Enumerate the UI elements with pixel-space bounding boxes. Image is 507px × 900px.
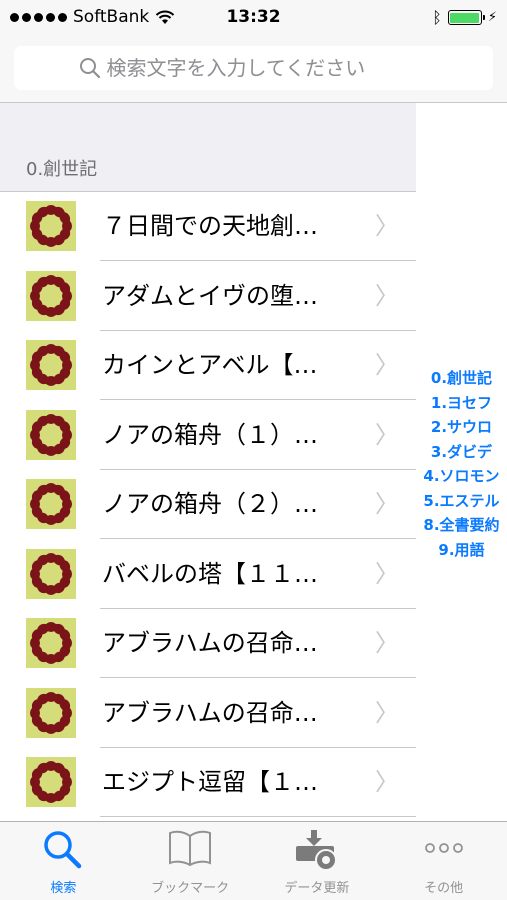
wreath-thumbnail: [26, 409, 76, 460]
list-item-title: カインとアベル【…: [102, 351, 318, 379]
chevron-right-icon: 〉: [375, 351, 399, 379]
wreath-thumbnail: [26, 201, 76, 251]
list-item[interactable]: ７日間での天地創… 〉: [0, 192, 416, 261]
section-index[interactable]: 0.創世記 1.ヨセフ 2.サウロ 3.ダビデ 4.ソロモン 5.エステル 8.…: [416, 366, 507, 562]
chevron-right-icon: 〉: [375, 698, 399, 727]
tab-other-label: その他: [424, 881, 464, 896]
more-icon: [424, 843, 463, 853]
tab-bookmarks-label: ブックマーク: [151, 881, 230, 896]
chevron-right-icon: 〉: [375, 490, 399, 518]
search-bar: [0, 36, 507, 103]
bluetooth-icon: ᛒ: [432, 8, 442, 27]
list-item[interactable]: アブラハムの召命… 〉: [0, 679, 416, 748]
tab-bookmarks[interactable]: ブックマーク: [127, 822, 254, 900]
list-item-title: バベルの塔【１１…: [102, 559, 318, 588]
status-bar: SoftBank 13:32 ᛒ ⚡: [0, 0, 507, 36]
list-item-title: ７日間での天地創…: [102, 212, 318, 240]
list-item[interactable]: バベルの塔【１１… 〉: [0, 540, 416, 609]
chevron-right-icon: 〉: [375, 212, 399, 240]
tab-search[interactable]: 検索: [0, 822, 127, 900]
list-item-title: アブラハムの召命…: [102, 629, 318, 657]
wreath-thumbnail: [26, 618, 76, 668]
search-icon: [79, 58, 100, 79]
wreath-thumbnail: [26, 340, 76, 390]
search-input[interactable]: [100, 55, 429, 81]
index-item[interactable]: 8.全書要約: [423, 513, 499, 538]
list-item-title: アブラハムの召命…: [102, 698, 318, 727]
list-item[interactable]: ノアの箱舟（１）… 〉: [0, 401, 416, 470]
list-item-title: ノアの箱舟（２）…: [102, 490, 318, 518]
list-item[interactable]: エジプト逗留【１… 〉: [0, 748, 416, 817]
chapter-list: 0.創世記 ７日間での天地創… 〉アダムとイヴの堕… 〉カインとアベル【… 〉ノアの箱…: [0, 103, 416, 823]
index-item[interactable]: 9.用語: [438, 538, 484, 563]
list-item[interactable]: アブラハムの召命… 〉: [0, 609, 416, 678]
search-field[interactable]: [14, 46, 493, 90]
wreath-thumbnail: [26, 270, 76, 321]
chevron-right-icon: 〉: [375, 559, 399, 588]
chevron-right-icon: 〉: [375, 420, 399, 449]
wreath-thumbnail: [26, 479, 76, 529]
list-item[interactable]: ノアの箱舟（２）… 〉: [0, 470, 416, 539]
index-item[interactable]: 2.サウロ: [431, 415, 492, 440]
wreath-thumbnail: [26, 757, 76, 807]
list-item[interactable]: カインとアベル【… 〉: [0, 331, 416, 400]
index-item[interactable]: 0.創世記: [431, 366, 492, 391]
tab-other[interactable]: その他: [380, 822, 507, 900]
section-header: 0.創世記: [0, 103, 416, 191]
list-item-title: アダムとイヴの堕…: [102, 281, 318, 310]
wreath-thumbnail: [26, 548, 76, 599]
index-item[interactable]: 1.ヨセフ: [431, 391, 492, 416]
book-icon: [169, 830, 212, 867]
download-gear-icon: [295, 830, 337, 871]
wreath-thumbnail: [26, 687, 76, 738]
tab-search-label: 検索: [50, 881, 77, 896]
chevron-right-icon: 〉: [375, 629, 399, 657]
search-icon: [44, 831, 82, 869]
clock: 13:32: [226, 7, 281, 27]
charging-icon: ⚡: [487, 10, 497, 25]
tab-bar: 検索 ブックマーク データ更新 その他: [0, 821, 507, 900]
list-item[interactable]: アダムとイヴの堕… 〉: [0, 262, 416, 331]
chevron-right-icon: 〉: [375, 281, 399, 310]
tab-data-update-label: データ更新: [284, 881, 350, 896]
index-item[interactable]: 5.エステル: [423, 489, 499, 514]
index-item[interactable]: 3.ダビデ: [431, 440, 492, 465]
tab-data-update[interactable]: データ更新: [254, 822, 381, 900]
section-title: 0.創世記: [26, 159, 98, 180]
list-item-title: エジプト逗留【１…: [102, 768, 318, 796]
battery-icon: [447, 10, 485, 25]
chevron-right-icon: 〉: [375, 768, 399, 796]
list-item-title: ノアの箱舟（１）…: [102, 420, 318, 449]
index-item[interactable]: 4.ソロモン: [423, 464, 499, 489]
